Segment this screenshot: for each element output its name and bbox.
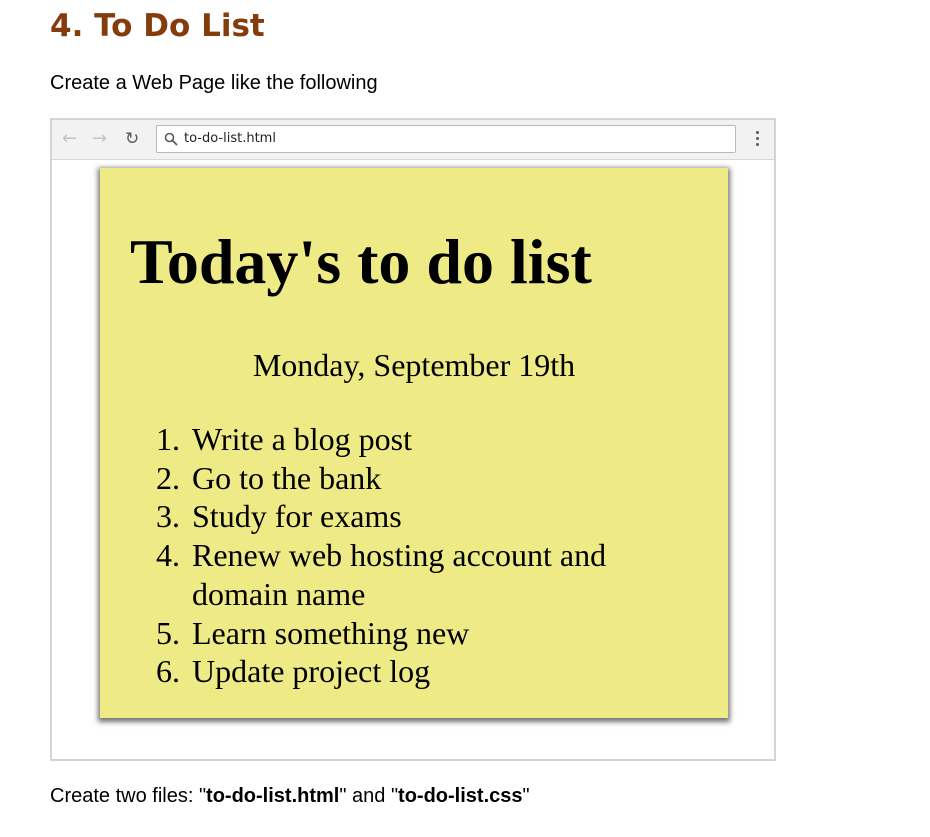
browser-screenshot: ← → ↻ to-do-list.html Today's to do list…: [50, 118, 776, 761]
forward-arrow-icon[interactable]: →: [92, 129, 107, 149]
footer-prefix: Create two files: ": [50, 785, 207, 807]
list-item: Write a blog post: [188, 420, 688, 459]
page-title: Today's to do list: [130, 226, 592, 297]
list-item: Go to the bank: [188, 459, 688, 498]
list-item: Learn something new: [188, 614, 688, 653]
date-text: Monday, September 19th: [252, 347, 576, 383]
todo-note: Today's to do list Monday, September 19t…: [100, 168, 728, 718]
back-arrow-icon[interactable]: ←: [62, 129, 77, 149]
list-item: Update project log: [188, 652, 688, 691]
intro-text: Create a Web Page like the following: [50, 72, 378, 94]
footer-text: Create two files: "to-do-list.html" and …: [50, 785, 530, 808]
footer-file-css: to-do-list.css: [398, 785, 523, 807]
address-url: to-do-list.html: [184, 131, 276, 146]
todo-list: Write a blog post Go to the bank Study f…: [188, 420, 688, 691]
footer-middle: " and ": [339, 785, 399, 807]
section-heading: 4. To Do List: [50, 8, 265, 44]
menu-dots-icon[interactable]: [756, 131, 760, 149]
reload-icon[interactable]: ↻: [125, 129, 139, 149]
search-icon: [164, 132, 178, 146]
footer-suffix: ": [522, 785, 530, 807]
browser-toolbar: ← → ↻ to-do-list.html: [52, 120, 774, 160]
footer-file-html: to-do-list.html: [206, 785, 340, 807]
list-item: Renew web hosting account and domain nam…: [188, 536, 688, 613]
list-item: Study for exams: [188, 497, 688, 536]
address-bar[interactable]: to-do-list.html: [156, 125, 736, 153]
